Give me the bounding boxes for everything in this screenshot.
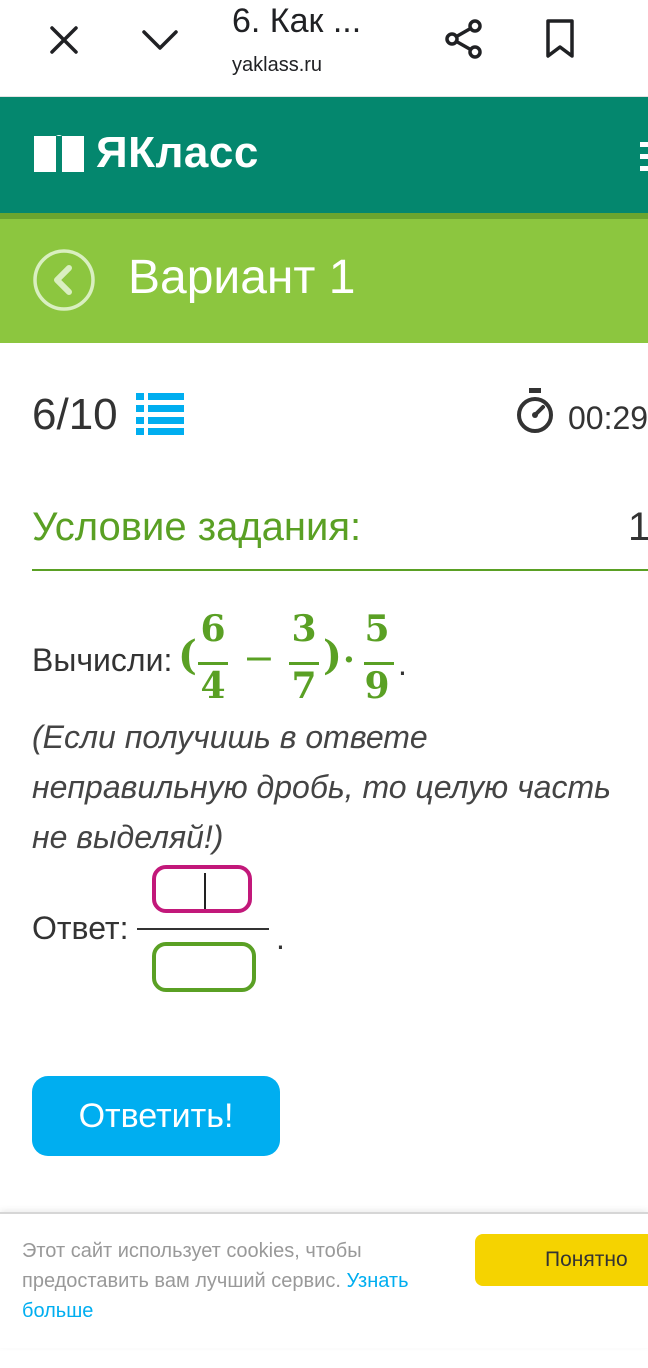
open-paren: ( [178, 632, 197, 679]
chevron-down-icon[interactable] [140, 26, 180, 54]
page-title: 6. Как ... [232, 2, 362, 40]
page-url: yaklass.ru [232, 54, 323, 76]
book-logo-icon[interactable] [32, 134, 86, 174]
close-icon[interactable] [48, 24, 80, 56]
variant-title: Вариант 1 [128, 251, 356, 304]
fraction-numerator: 3 [291, 608, 317, 650]
numerator-input[interactable] [152, 865, 252, 913]
bookmark-icon[interactable] [544, 18, 576, 60]
fraction-denominator: 4 [200, 665, 226, 707]
denominator-input[interactable] [152, 942, 256, 992]
cookie-text: Этот сайт использует cookies, чтобы пред… [22, 1236, 442, 1326]
close-paren: ) [323, 632, 342, 679]
fraction-denominator: 9 [364, 665, 390, 707]
back-arrow-icon[interactable] [32, 248, 96, 312]
answer-fraction-bar [137, 928, 269, 930]
question-progress: 6/10 [32, 390, 118, 439]
task-heading: Условие задания: [32, 505, 362, 549]
timer: 00:29 [568, 400, 648, 436]
compute-label: Вычисли: [32, 642, 173, 678]
divider [32, 569, 648, 571]
fraction-numerator: 6 [200, 608, 226, 650]
share-icon[interactable] [443, 18, 485, 60]
submit-button[interactable]: Ответить! [32, 1076, 280, 1156]
minus-sign: − [243, 636, 275, 680]
cookie-accept-button[interactable]: Понятно [475, 1234, 648, 1286]
fraction-numerator: 5 [364, 608, 390, 650]
task-points: 1 [628, 505, 648, 549]
site-logo[interactable]: ЯКласс [96, 128, 259, 178]
cookie-message: Этот сайт использует cookies, чтобы пред… [22, 1240, 362, 1292]
expression-end: . [398, 646, 407, 682]
stopwatch-icon [517, 388, 553, 433]
multiply-dot: · [343, 640, 355, 680]
answer-end: . [276, 920, 285, 956]
fraction-denominator: 7 [291, 665, 317, 707]
menu-icon[interactable] [640, 142, 648, 174]
text-cursor [204, 873, 206, 909]
list-icon[interactable] [136, 393, 184, 435]
answer-label: Ответ: [32, 910, 129, 946]
task-hint: (Если получишь в ответе неправильную дро… [32, 719, 611, 855]
